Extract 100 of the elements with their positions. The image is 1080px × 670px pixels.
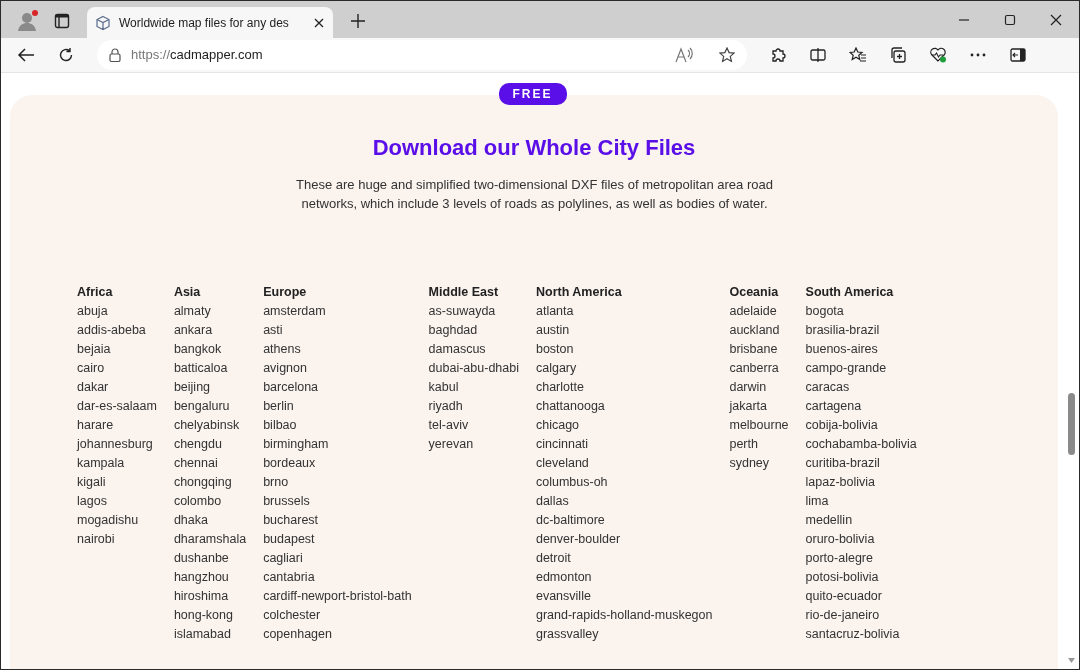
city-link[interactable]: barcelona: [263, 378, 412, 398]
city-link[interactable]: bogota: [805, 302, 917, 322]
city-link[interactable]: bucharest: [263, 511, 412, 531]
city-link[interactable]: brno: [263, 473, 412, 493]
lock-icon[interactable]: [109, 48, 121, 62]
city-link[interactable]: sydney: [729, 454, 789, 474]
city-link[interactable]: santacruz-bolivia: [805, 625, 917, 645]
city-link[interactable]: darwin: [729, 378, 789, 398]
city-link[interactable]: chicago: [535, 416, 713, 436]
scrollbar-thumb[interactable]: [1068, 393, 1075, 455]
city-link[interactable]: edmonton: [535, 568, 713, 588]
city-link[interactable]: grand-rapids-holland-muskegon: [535, 606, 713, 626]
city-link[interactable]: budapest: [263, 530, 412, 550]
city-link[interactable]: bilbao: [263, 416, 412, 436]
city-link[interactable]: dhaka: [173, 511, 247, 531]
city-link[interactable]: bengaluru: [173, 397, 247, 417]
city-link[interactable]: perth: [729, 435, 789, 455]
city-link[interactable]: porto-alegre: [805, 549, 917, 569]
city-link[interactable]: brasilia-brazil: [805, 321, 917, 341]
city-link[interactable]: bordeaux: [263, 454, 412, 474]
city-link[interactable]: cartagena: [805, 397, 917, 417]
city-link[interactable]: addis-abeba: [77, 321, 157, 341]
city-link[interactable]: cagliari: [263, 549, 412, 569]
heart-pulse-icon[interactable]: [929, 47, 947, 63]
city-link[interactable]: atlanta: [535, 302, 713, 322]
city-link[interactable]: berlin: [263, 397, 412, 417]
maximize-icon[interactable]: [1004, 13, 1016, 26]
city-link[interactable]: brussels: [263, 492, 412, 512]
favorites-icon[interactable]: [849, 47, 867, 63]
city-link[interactable]: colombo: [173, 492, 247, 512]
city-link[interactable]: tel-aviv: [428, 416, 519, 436]
city-link[interactable]: baghdad: [428, 321, 519, 341]
city-link[interactable]: abuja: [77, 302, 157, 322]
city-link[interactable]: denver-boulder: [535, 530, 713, 550]
city-link[interactable]: dar-es-salaam: [77, 397, 157, 417]
city-link[interactable]: auckland: [729, 321, 789, 341]
city-link[interactable]: jakarta: [729, 397, 789, 417]
city-link[interactable]: austin: [535, 321, 713, 341]
city-link[interactable]: canberra: [729, 359, 789, 379]
city-link[interactable]: hangzhou: [173, 568, 247, 588]
city-link[interactable]: columbus-oh: [535, 473, 713, 493]
city-link[interactable]: charlotte: [535, 378, 713, 398]
city-link[interactable]: dc-baltimore: [535, 511, 713, 531]
city-link[interactable]: chattanooga: [535, 397, 713, 417]
refresh-icon[interactable]: [58, 47, 74, 63]
tab-actions-icon[interactable]: [54, 13, 70, 29]
city-link[interactable]: as-suwayda: [428, 302, 519, 322]
city-link[interactable]: cairo: [77, 359, 157, 379]
city-link[interactable]: harare: [77, 416, 157, 436]
city-link[interactable]: damascus: [428, 340, 519, 360]
city-link[interactable]: dubai-abu-dhabi: [428, 359, 519, 379]
collections-icon[interactable]: [890, 47, 906, 63]
puzzle-icon[interactable]: [770, 47, 786, 63]
sidebar-icon[interactable]: [1010, 48, 1026, 62]
city-link[interactable]: ankara: [173, 321, 247, 341]
city-link[interactable]: chongqing: [173, 473, 247, 493]
city-link[interactable]: dharamshala: [173, 530, 247, 550]
city-link[interactable]: melbourne: [729, 416, 789, 436]
city-link[interactable]: chennai: [173, 454, 247, 474]
city-link[interactable]: kabul: [428, 378, 519, 398]
city-link[interactable]: chengdu: [173, 435, 247, 455]
city-link[interactable]: grassvalley: [535, 625, 713, 645]
city-link[interactable]: lapaz-bolivia: [805, 473, 917, 493]
city-link[interactable]: colchester: [263, 606, 412, 626]
city-link[interactable]: dallas: [535, 492, 713, 512]
city-link[interactable]: rio-de-janeiro: [805, 606, 917, 626]
city-link[interactable]: adelaide: [729, 302, 789, 322]
city-link[interactable]: lima: [805, 492, 917, 512]
new-tab-icon[interactable]: [350, 13, 366, 29]
browser-tab[interactable]: Worldwide map files for any des: [87, 7, 333, 38]
city-link[interactable]: kigali: [77, 473, 157, 493]
city-link[interactable]: avignon: [263, 359, 412, 379]
city-link[interactable]: birmingham: [263, 435, 412, 455]
city-link[interactable]: cleveland: [535, 454, 713, 474]
city-link[interactable]: potosi-bolivia: [805, 568, 917, 588]
city-link[interactable]: cobija-bolivia: [805, 416, 917, 436]
back-arrow-icon[interactable]: [17, 47, 35, 63]
city-link[interactable]: chelyabinsk: [173, 416, 247, 436]
city-link[interactable]: cochabamba-bolivia: [805, 435, 917, 455]
city-link[interactable]: oruro-bolivia: [805, 530, 917, 550]
profile-icon[interactable]: [16, 9, 40, 33]
split-screen-icon[interactable]: [810, 47, 826, 63]
close-icon[interactable]: [1050, 13, 1062, 26]
star-icon[interactable]: [719, 47, 735, 63]
city-link[interactable]: campo-grande: [805, 359, 917, 379]
city-link[interactable]: bangkok: [173, 340, 247, 360]
city-link[interactable]: batticaloa: [173, 359, 247, 379]
city-link[interactable]: amsterdam: [263, 302, 412, 322]
city-link[interactable]: bejaia: [77, 340, 157, 360]
city-link[interactable]: mogadishu: [77, 511, 157, 531]
city-link[interactable]: asti: [263, 321, 412, 341]
city-link[interactable]: cantabria: [263, 568, 412, 588]
scroll-down-icon[interactable]: [1068, 658, 1075, 663]
address-bar[interactable]: https://cadmapper.com: [97, 40, 747, 70]
city-link[interactable]: brisbane: [729, 340, 789, 360]
city-link[interactable]: evansville: [535, 587, 713, 607]
city-link[interactable]: lagos: [77, 492, 157, 512]
read-aloud-icon[interactable]: [675, 47, 693, 63]
city-link[interactable]: yerevan: [428, 435, 519, 455]
city-link[interactable]: curitiba-brazil: [805, 454, 917, 474]
